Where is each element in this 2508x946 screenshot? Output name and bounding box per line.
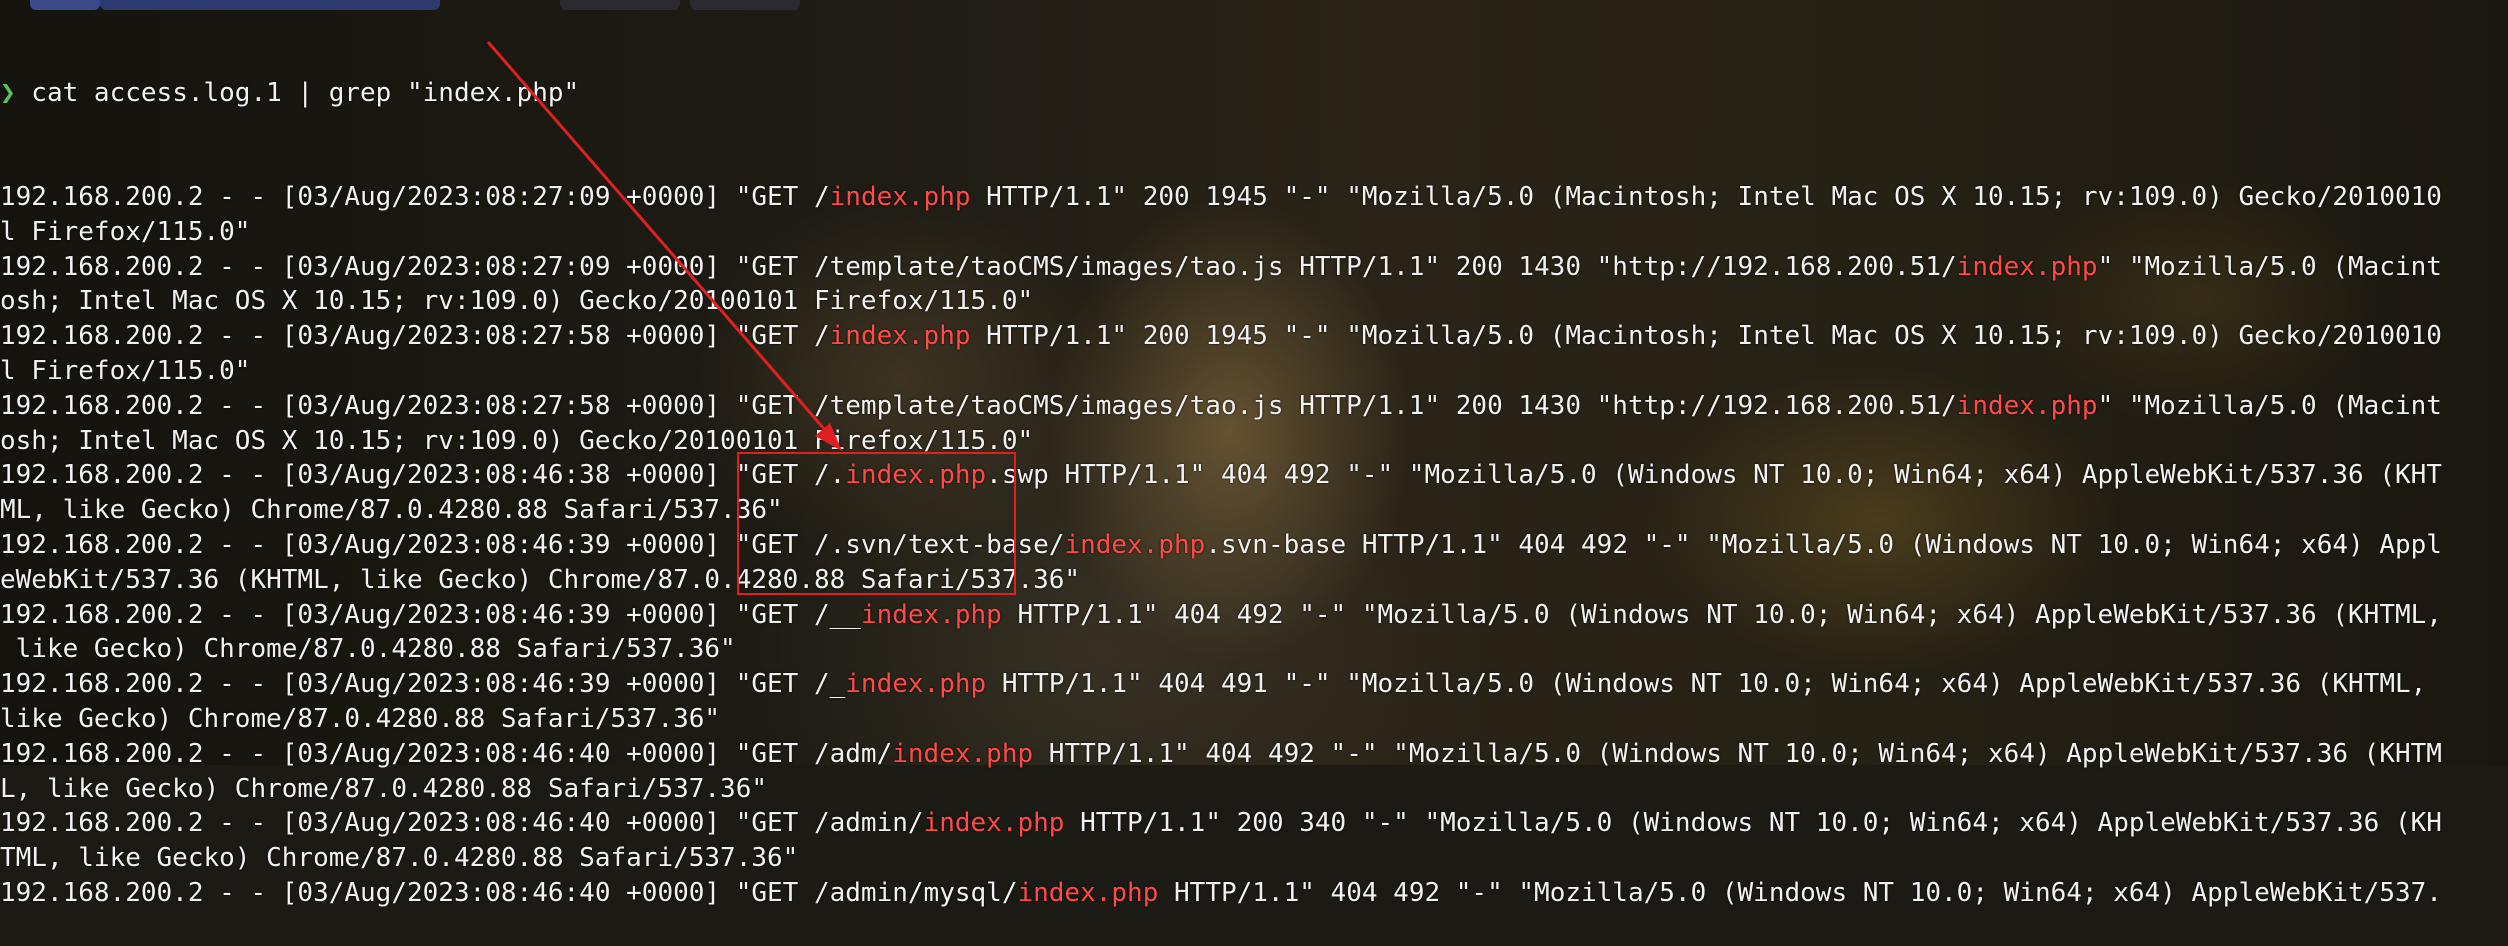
grep-match: index.php [1956,390,2098,421]
log-line: osh; Intel Mac OS X 10.15; rv:109.0) Gec… [0,286,1034,317]
log-line: L, like Gecko) Chrome/87.0.4280.88 Safar… [0,773,768,804]
grep-match: index.php [1064,529,1206,560]
log-line: l Firefox/115.0" [0,216,251,247]
annotation-highlight-box [737,452,1016,595]
grep-match: index.php [860,599,1002,630]
grep-match: index.php [1956,251,2098,282]
log-line: TML, like Gecko) Chrome/87.0.4280.88 Saf… [0,843,799,874]
log-line: like Gecko) Chrome/87.0.4280.88 Safari/5… [0,634,736,665]
grep-match: index.php [1017,877,1159,908]
command-line: ❯ cat access.log.1 | grep "index.php" [0,76,2508,111]
log-line: 192.168.200.2 - - [03/Aug/2023:08:46:38 … [0,460,2442,491]
log-line: 192.168.200.2 - - [03/Aug/2023:08:46:39 … [0,599,2442,630]
log-line: l Firefox/115.0" [0,355,251,386]
prompt-arrow-icon: ❯ [0,77,16,108]
log-line: ML, like Gecko) Chrome/87.0.4280.88 Safa… [0,495,783,526]
log-line: 192.168.200.2 - - [03/Aug/2023:08:46:40 … [0,808,2442,839]
log-line: 192.168.200.2 - - [03/Aug/2023:08:46:39 … [0,529,2442,560]
log-line: like Gecko) Chrome/87.0.4280.88 Safari/5… [0,703,721,734]
log-output: 192.168.200.2 - - [03/Aug/2023:08:27:09 … [0,180,2508,911]
log-line: eWebKit/537.36 (KHTML, like Gecko) Chrom… [0,564,1081,595]
log-line: 192.168.200.2 - - [03/Aug/2023:08:46:40 … [0,877,2442,908]
log-line: osh; Intel Mac OS X 10.15; rv:109.0) Gec… [0,425,1034,456]
grep-match: index.php [845,669,987,700]
log-line: 192.168.200.2 - - [03/Aug/2023:08:27:58 … [0,321,2442,352]
command-text: cat access.log.1 | grep "index.php" [15,77,580,108]
log-line: 192.168.200.2 - - [03/Aug/2023:08:46:39 … [0,669,2427,700]
grep-match: index.php [829,321,971,352]
terminal-output[interactable]: ❯ cat access.log.1 | grep "index.php" 19… [0,6,2508,908]
grep-match: index.php [923,808,1065,839]
grep-match: index.php [829,181,971,212]
log-line: 192.168.200.2 - - [03/Aug/2023:08:27:09 … [0,181,2442,212]
log-line: 192.168.200.2 - - [03/Aug/2023:08:27:58 … [0,390,2442,421]
log-line: 192.168.200.2 - - [03/Aug/2023:08:46:40 … [0,738,2442,769]
grep-match: index.php [892,738,1034,769]
log-line: 192.168.200.2 - - [03/Aug/2023:08:27:09 … [0,251,2442,282]
